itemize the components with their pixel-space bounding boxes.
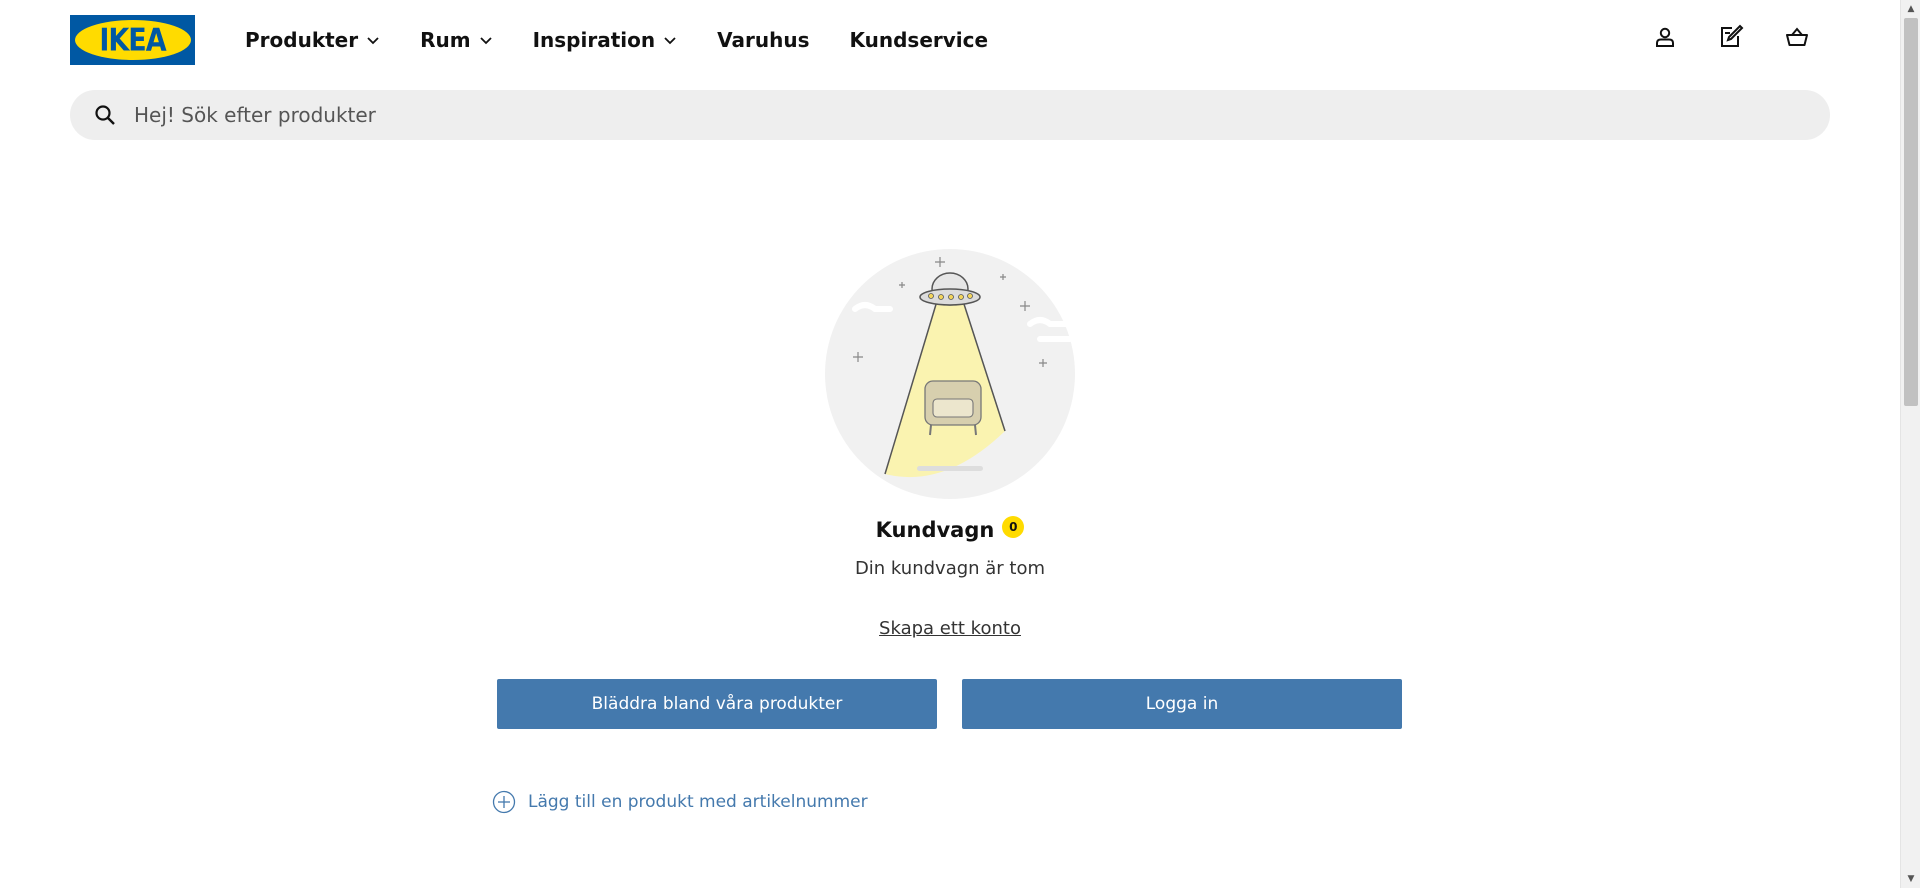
cart-title-row: Kundvagn 0 xyxy=(0,516,1900,542)
vertical-scrollbar[interactable]: ▲ ▼ xyxy=(1900,0,1920,888)
scroll-thumb[interactable] xyxy=(1904,18,1918,406)
logo-oval: IKEA xyxy=(74,20,191,60)
nav-item-varuhus[interactable]: Varuhus xyxy=(717,28,809,52)
create-account-link[interactable]: Skapa ett konto xyxy=(879,618,1021,639)
login-button[interactable]: Logga in xyxy=(962,679,1402,729)
cart-count-badge: 0 xyxy=(1002,516,1025,538)
page: IKEA Produkter Rum Inspiration Varuhus K… xyxy=(0,0,1920,888)
main-nav: Produkter Rum Inspiration Varuhus Kundse… xyxy=(245,22,988,58)
nav-item-label: Inspiration xyxy=(532,28,656,52)
logo-text: IKEA xyxy=(99,22,166,58)
user-icon[interactable] xyxy=(1652,24,1678,50)
empty-cart-illustration xyxy=(825,249,1075,499)
shopping-list-icon[interactable] xyxy=(1718,24,1744,50)
nav-item-label: Kundservice xyxy=(849,28,989,52)
nav-item-label: Rum xyxy=(420,28,471,52)
cart-title: Kundvagn xyxy=(875,518,995,542)
nav-item-produkter[interactable]: Produkter xyxy=(245,28,380,52)
header-icons xyxy=(1652,24,1810,50)
scroll-up-arrow-icon[interactable]: ▲ xyxy=(1901,0,1920,18)
nav-item-label: Varuhus xyxy=(717,28,810,52)
add-by-article-number[interactable]: Lägg till en produkt med artikelnummer xyxy=(492,790,868,814)
nav-item-inspiration[interactable]: Inspiration xyxy=(533,28,678,52)
add-by-article-label: Lägg till en produkt med artikelnummer xyxy=(528,792,868,812)
chevron-down-icon xyxy=(479,33,493,47)
scroll-down-arrow-icon[interactable]: ▼ xyxy=(1901,870,1920,888)
create-account-container: Skapa ett konto xyxy=(0,618,1900,639)
nav-item-rum[interactable]: Rum xyxy=(420,28,492,52)
browse-products-button[interactable]: Bläddra bland våra produkter xyxy=(497,679,937,729)
cart-icon[interactable] xyxy=(1784,24,1810,50)
search-icon[interactable] xyxy=(92,102,118,128)
nav-item-label: Produkter xyxy=(245,28,359,52)
nav-item-kundservice[interactable]: Kundservice xyxy=(849,28,988,52)
search-input[interactable] xyxy=(134,103,1784,127)
chevron-down-icon xyxy=(663,33,677,47)
empty-cart-message: Din kundvagn är tom xyxy=(854,558,1046,579)
plus-circle-icon xyxy=(492,790,516,814)
search-bar[interactable] xyxy=(70,90,1830,140)
chevron-down-icon xyxy=(366,33,380,47)
ikea-logo[interactable]: IKEA xyxy=(70,15,195,65)
